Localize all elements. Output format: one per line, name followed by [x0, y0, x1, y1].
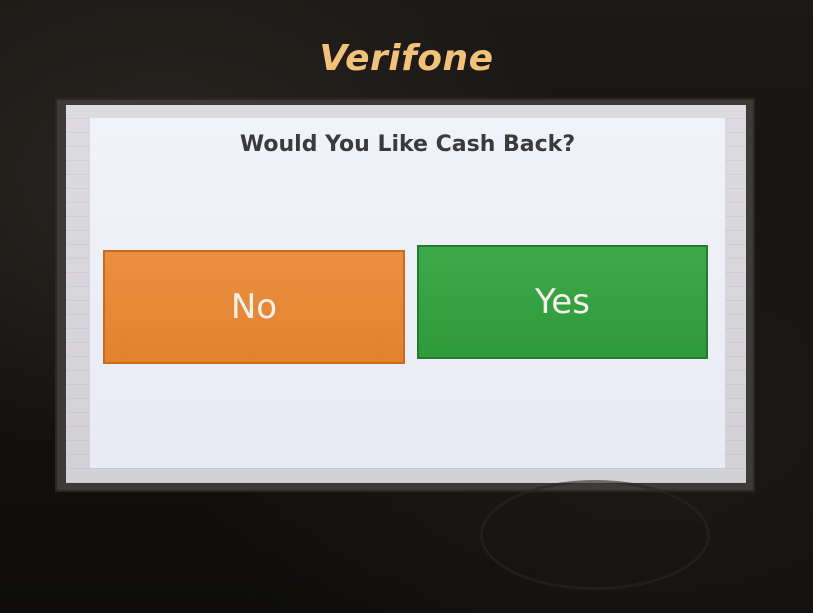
dialog-title: Would You Like Cash Back? [239, 132, 576, 157]
yes-button[interactable]: Yes [417, 245, 708, 359]
no-button[interactable]: No [103, 250, 405, 364]
no-button-label: No [230, 287, 278, 327]
screen-reflection [480, 480, 710, 590]
yes-button-label: Yes [535, 282, 590, 322]
brand-logo: Verifone [319, 38, 494, 79]
